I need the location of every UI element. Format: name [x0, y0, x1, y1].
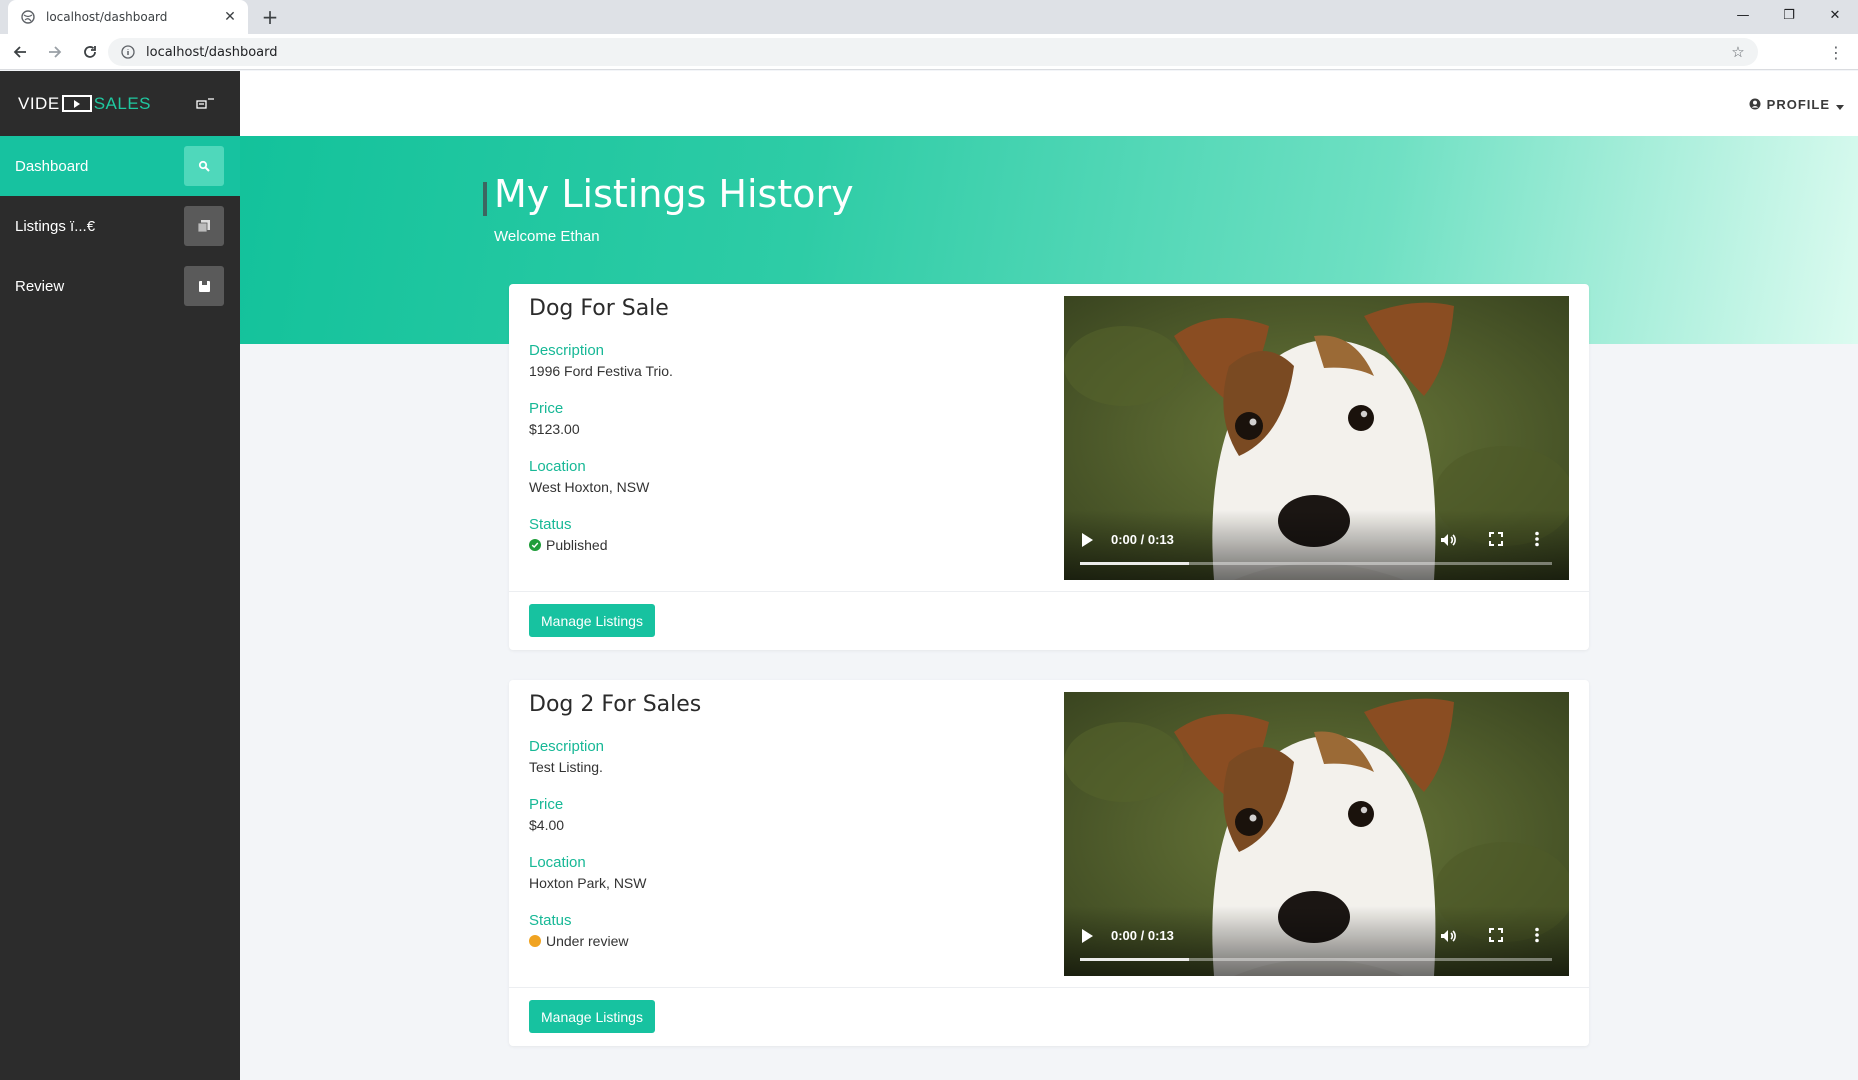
video-progress-bar[interactable]	[1080, 562, 1552, 565]
sidebar-item-label: Review	[15, 277, 65, 295]
sidebar: VIDE SALES Dashboard Listings ï...€ Revi…	[0, 71, 240, 1080]
location-value: Hoxton Park, NSW	[529, 875, 647, 891]
search-icon	[184, 146, 224, 186]
more-vertical-icon[interactable]	[1534, 531, 1552, 549]
address-bar[interactable]: localhost/dashboard ☆	[108, 38, 1758, 66]
bookmark-star-icon[interactable]: ☆	[1730, 43, 1746, 61]
new-tab-button[interactable]: +	[258, 5, 282, 29]
fullscreen-icon[interactable]	[1488, 531, 1506, 549]
description-value: Test Listing.	[529, 759, 603, 775]
caret-down-icon	[1836, 95, 1844, 114]
location-label: Location	[529, 458, 586, 475]
pending-dot-icon	[529, 935, 541, 947]
price-field: Price $123.00	[529, 400, 580, 437]
play-icon[interactable]	[1080, 928, 1096, 944]
manage-listings-button[interactable]: Manage Listings	[529, 604, 655, 637]
description-label: Description	[529, 738, 605, 755]
copy-icon	[184, 206, 224, 246]
url-text: localhost/dashboard	[146, 44, 278, 60]
user-circle-icon	[1749, 95, 1761, 114]
sidebar-item-review[interactable]: Review	[0, 256, 240, 316]
description-field: Description Test Listing.	[529, 738, 604, 775]
browser-toolbar: localhost/dashboard ☆ ⋮	[0, 34, 1858, 70]
status-value: Under review	[529, 933, 628, 949]
sidebar-item-label: Dashboard	[15, 157, 89, 175]
listing-card: Dog 2 For Sales Description Test Listing…	[509, 680, 1589, 1046]
logo-text-vide: VIDE	[18, 93, 60, 113]
listing-title: Dog 2 For Sales	[529, 692, 702, 717]
price-field: Price $4.00	[529, 796, 564, 833]
video-progress-fill	[1080, 958, 1189, 961]
location-field: Location West Hoxton, NSW	[529, 458, 649, 495]
browser-menu-icon[interactable]: ⋮	[1826, 42, 1846, 62]
sidebar-item-listings[interactable]: Listings ï...€	[0, 196, 240, 256]
video-time: 0:00 / 0:13	[1111, 928, 1174, 943]
browser-tab-strip: localhost/dashboard ✕ + — ❐ ✕	[0, 0, 1858, 34]
manage-listings-button[interactable]: Manage Listings	[529, 1000, 655, 1033]
fullscreen-icon[interactable]	[1488, 927, 1506, 945]
video-player[interactable]: 0:00 / 0:13	[1064, 296, 1569, 580]
welcome-text: Welcome Ethan	[494, 228, 600, 245]
note-icon	[184, 266, 224, 306]
status-value: Published	[529, 537, 608, 553]
listing-title: Dog For Sale	[529, 296, 669, 321]
description-value: 1996 Ford Festiva Trio.	[529, 363, 673, 379]
top-navbar: PROFILE	[240, 71, 1858, 136]
price-label: Price	[529, 796, 564, 813]
sidebar-item-dashboard[interactable]: Dashboard	[0, 136, 240, 196]
video-time: 0:00 / 0:13	[1111, 532, 1174, 547]
price-value: $123.00	[529, 421, 580, 437]
location-field: Location Hoxton Park, NSW	[529, 854, 646, 891]
video-player[interactable]: 0:00 / 0:13	[1064, 692, 1569, 976]
tab-title: localhost/dashboard	[46, 10, 168, 24]
status-text: Published	[546, 537, 608, 553]
volume-icon[interactable]	[1439, 927, 1457, 945]
browser-tab[interactable]: localhost/dashboard ✕	[8, 0, 248, 34]
listing-card-body: Dog 2 For Sales Description Test Listing…	[509, 680, 1589, 988]
description-label: Description	[529, 342, 605, 359]
restore-icon[interactable]: ❐	[1766, 0, 1812, 30]
close-window-icon[interactable]: ✕	[1812, 0, 1858, 30]
video-controls: 0:00 / 0:13	[1064, 906, 1569, 976]
location-value: West Hoxton, NSW	[529, 479, 650, 495]
globe-icon	[20, 9, 36, 25]
status-label: Status	[529, 912, 572, 929]
listing-card-footer: Manage Listings	[509, 592, 1589, 650]
listing-card-footer: Manage Listings	[509, 988, 1589, 1046]
more-vertical-icon[interactable]	[1534, 927, 1552, 945]
price-label: Price	[529, 400, 564, 417]
window-controls: — ❐ ✕	[1720, 0, 1858, 30]
description-field: Description 1996 Ford Festiva Trio.	[529, 342, 673, 379]
page-title: My Listings History	[494, 172, 854, 216]
video-progress-fill	[1080, 562, 1189, 565]
forward-icon[interactable]	[40, 37, 70, 67]
sidebar-item-label: Listings ï...€	[15, 217, 96, 235]
sidebar-toggle-icon[interactable]	[194, 94, 216, 112]
video-progress-bar[interactable]	[1080, 958, 1552, 961]
listing-card-body: Dog For Sale Description 1996 Ford Festi…	[509, 284, 1589, 592]
profile-dropdown[interactable]: PROFILE	[1749, 95, 1844, 114]
volume-icon[interactable]	[1439, 531, 1457, 549]
check-circle-icon	[529, 539, 541, 551]
reload-icon[interactable]	[75, 37, 105, 67]
logo-text-sales: SALES	[93, 93, 151, 113]
logo[interactable]: VIDE SALES	[18, 94, 151, 114]
brand: VIDE SALES	[0, 71, 240, 136]
price-value: $4.00	[529, 817, 565, 833]
video-controls: 0:00 / 0:13	[1064, 510, 1569, 580]
status-text: Under review	[546, 933, 629, 949]
play-icon[interactable]	[1080, 532, 1096, 548]
play-logo-icon	[61, 95, 92, 112]
location-label: Location	[529, 854, 586, 871]
back-icon[interactable]	[5, 37, 35, 67]
status-field: Status Published	[529, 516, 608, 553]
profile-label: PROFILE	[1766, 97, 1830, 112]
info-icon[interactable]	[120, 44, 136, 60]
title-accent-bar	[483, 182, 487, 216]
minimize-icon[interactable]: —	[1720, 0, 1766, 30]
close-tab-icon[interactable]: ✕	[222, 9, 238, 25]
listing-card: Dog For Sale Description 1996 Ford Festi…	[509, 284, 1589, 650]
status-field: Status Under review	[529, 912, 628, 949]
status-label: Status	[529, 516, 572, 533]
